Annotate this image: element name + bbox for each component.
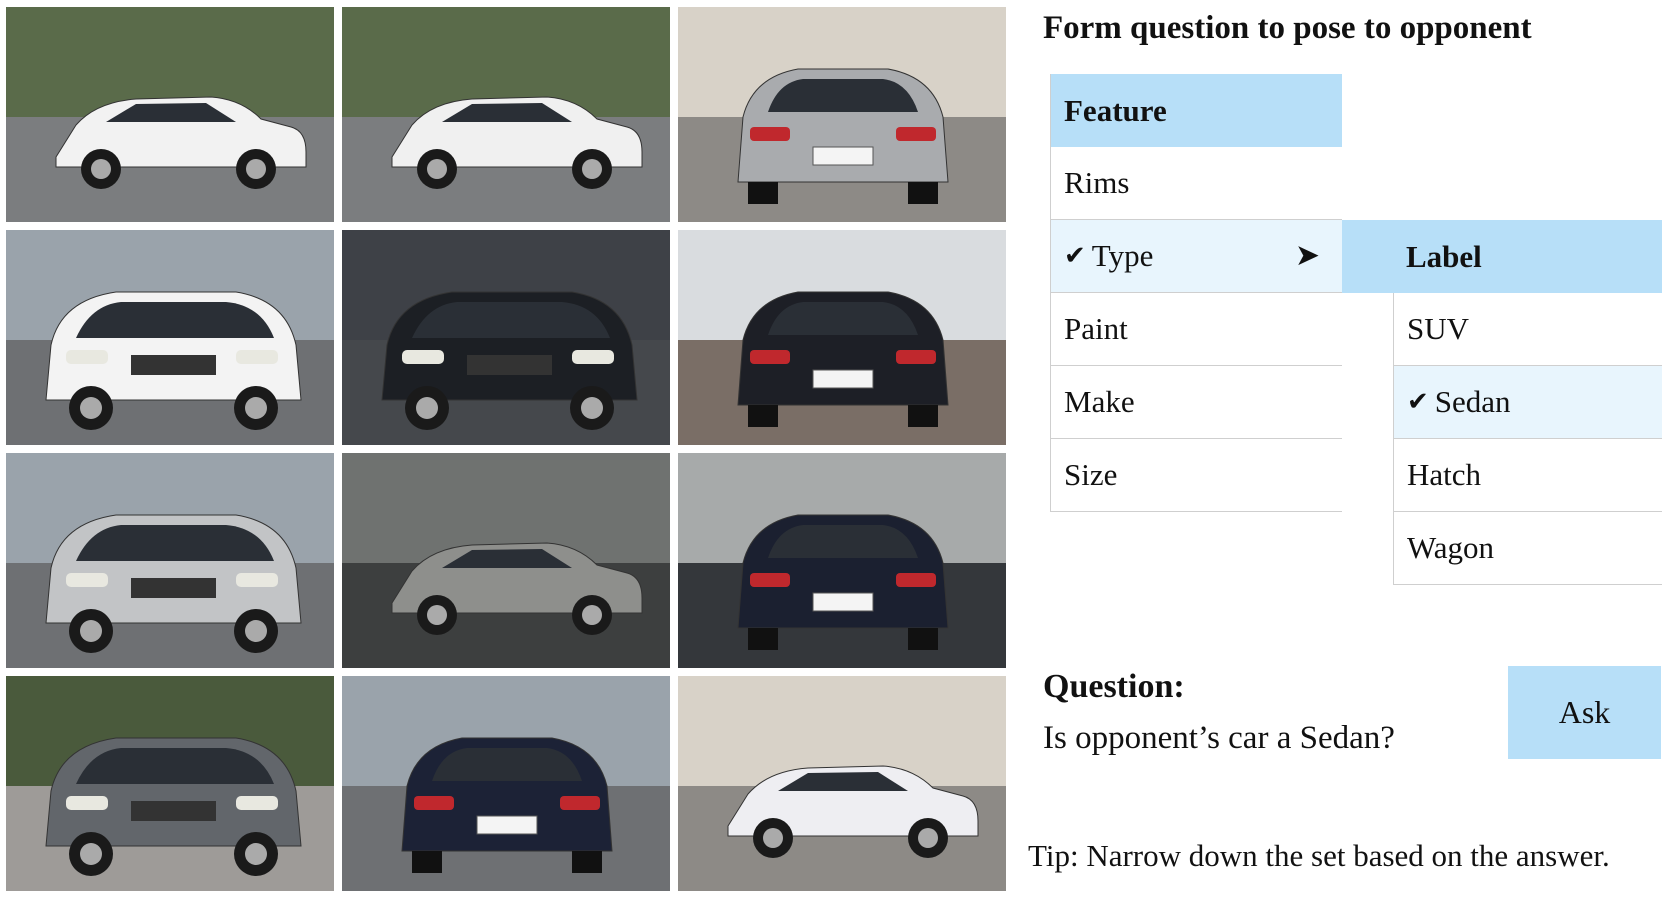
label-header: Label (1342, 220, 1662, 293)
car-image-black-sedan[interactable] (342, 230, 670, 445)
feature-row-size[interactable]: Size (1051, 439, 1342, 512)
label-text: Hatch (1407, 457, 1482, 492)
car-image-silver-suv-rear[interactable] (678, 7, 1006, 222)
car-image-white-suv[interactable] (6, 230, 334, 445)
feature-label: Make (1064, 384, 1135, 419)
label-row-hatch[interactable]: Hatch (1394, 439, 1662, 512)
question-text: Is opponent’s car a Sedan? (1043, 720, 1395, 756)
form-title: Form question to pose to opponent (1043, 10, 1532, 46)
car-image-dark-sedan-rear[interactable] (678, 453, 1006, 668)
label-text: Sedan (1434, 384, 1511, 419)
car-image-gray-crossover[interactable] (6, 676, 334, 891)
label-text: Wagon (1407, 530, 1495, 565)
car-image-white-wagon[interactable] (678, 676, 1006, 891)
feature-table: Feature Rims ✔ Type ➤ Paint Make Size (1050, 74, 1342, 512)
car-image-black-crossover-rear[interactable] (678, 230, 1006, 445)
question-title: Question: (1043, 668, 1185, 705)
feature-label: Rims (1064, 165, 1130, 200)
label-row-suv[interactable]: SUV (1394, 293, 1662, 366)
feature-row-rims[interactable]: Rims (1051, 147, 1342, 220)
checkmark-icon: ✔ (1064, 241, 1086, 270)
feature-label: Type (1091, 238, 1154, 273)
feature-row-make[interactable]: Make (1051, 366, 1342, 439)
label-row-wagon[interactable]: Wagon (1394, 512, 1662, 585)
car-image-grid (6, 7, 1006, 893)
ask-button[interactable]: Ask (1508, 666, 1661, 759)
car-image-dark-sedan-back[interactable] (342, 676, 670, 891)
car-image-silver-compact-suv[interactable] (6, 453, 334, 668)
car-image-white-convertible[interactable] (342, 7, 670, 222)
feature-header: Feature (1051, 74, 1342, 147)
car-image-white-hatchback[interactable] (6, 7, 334, 222)
car-image-silver-sedan[interactable] (342, 453, 670, 668)
feature-row-paint[interactable]: Paint (1051, 293, 1342, 366)
feature-label: Paint (1064, 311, 1128, 346)
arrow-right-icon: ➤ (1294, 239, 1320, 272)
label-row-sedan[interactable]: ✔ Sedan (1394, 366, 1662, 439)
tip-text: Tip: Narrow down the set based on the an… (1028, 838, 1610, 873)
feature-row-type[interactable]: ✔ Type ➤ (1051, 220, 1342, 293)
label-table: Label SUV ✔ Sedan Hatch Wagon (1342, 220, 1662, 585)
label-text: SUV (1407, 311, 1470, 346)
feature-label: Size (1064, 457, 1118, 492)
checkmark-icon: ✔ (1407, 387, 1429, 416)
